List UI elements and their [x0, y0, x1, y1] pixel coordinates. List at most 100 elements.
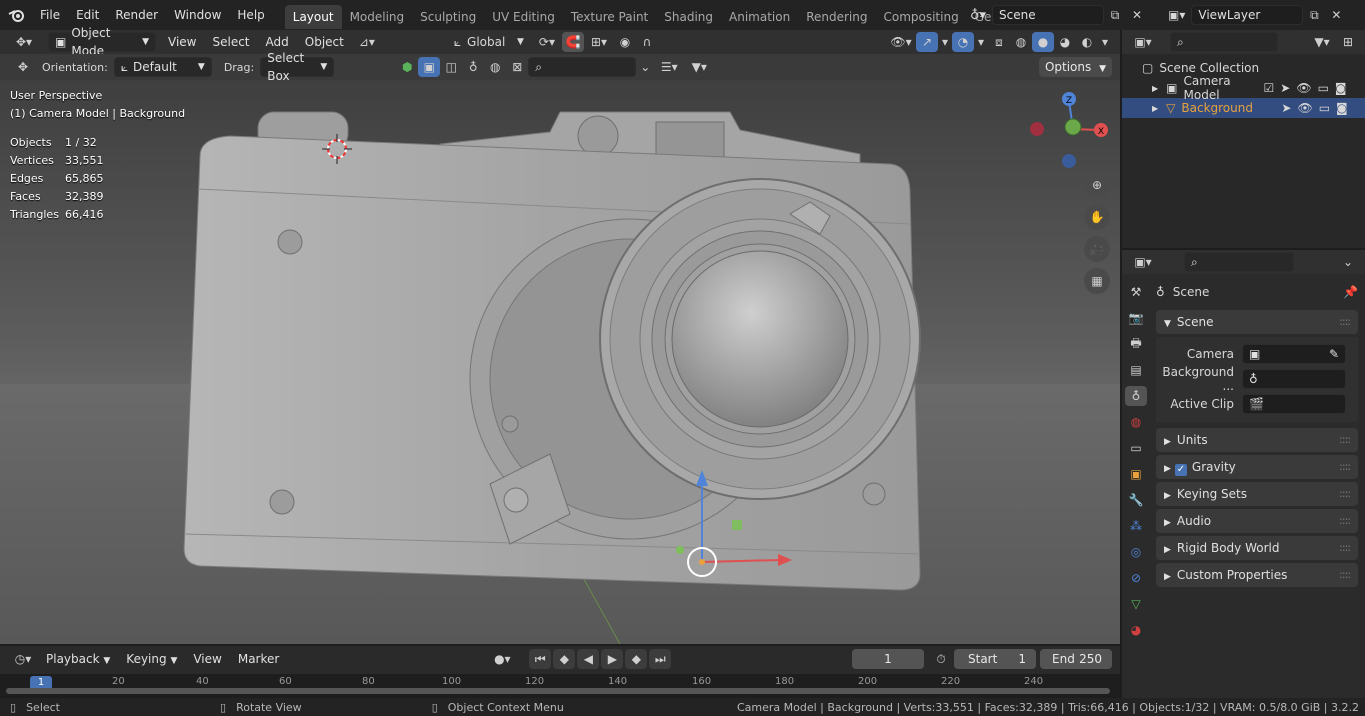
outliner-editor-icon[interactable]: ▣▾ [1128, 32, 1158, 52]
funnel-filter-icon[interactable]: ▼▾ [684, 57, 714, 77]
menu-help[interactable]: Help [229, 0, 272, 30]
viewport-menu-select[interactable]: Select [204, 30, 257, 54]
audio-panel-header[interactable]: ▶ Audio:::: [1156, 509, 1358, 533]
eye-icon[interactable]: 👁 [1296, 81, 1311, 95]
overlays-menu-chevron-icon[interactable]: ▾ [974, 32, 988, 52]
render-camera-icon[interactable]: ◙ [1335, 81, 1347, 95]
viewport-menu-view[interactable]: View [160, 30, 204, 54]
object-tab-icon[interactable]: ▣ [1125, 464, 1147, 484]
shading-menu-chevron-icon[interactable]: ▾ [1098, 32, 1112, 52]
pan-hand-icon[interactable]: ✋ [1084, 204, 1110, 230]
blender-logo-icon[interactable] [6, 5, 28, 25]
render-camera-icon[interactable]: ◙ [1336, 101, 1348, 115]
monitor-icon[interactable]: ▭ [1318, 81, 1329, 95]
tab-animation[interactable]: Animation [721, 5, 798, 29]
pivot-point-icon[interactable]: ⟳▾ [532, 32, 562, 52]
monitor-icon[interactable]: ▭ [1319, 101, 1330, 115]
move-tool-icon[interactable]: ✥ [12, 57, 34, 77]
snap-icon[interactable]: 🧲 [561, 32, 584, 52]
physics-tab-icon[interactable]: ◎ [1125, 542, 1147, 562]
3d-viewport[interactable]: User Perspective (1) Camera Model | Back… [0, 54, 1120, 644]
shading-wireframe-icon[interactable]: ◍ [1010, 32, 1032, 52]
new-collection-icon[interactable]: ⊞ [1337, 32, 1359, 52]
pin-icon[interactable]: 📌 [1343, 285, 1358, 299]
tool-tab-icon[interactable]: ⚒ [1125, 282, 1147, 302]
outliner-search-input[interactable]: ⌕ [1170, 32, 1278, 52]
camera-field[interactable]: ▣ ✎ [1242, 343, 1346, 364]
camera-view-icon[interactable]: 🎥 [1084, 236, 1110, 262]
expand-arrow-icon[interactable]: ▶ [1152, 104, 1158, 113]
play-reverse-icon[interactable]: ◀ [577, 649, 600, 669]
mesh-filter-icon[interactable]: ⬢ [396, 57, 418, 77]
tab-uv-editing[interactable]: UV Editing [484, 5, 563, 29]
world-tab-icon[interactable]: ◍ [1125, 412, 1147, 432]
custom-properties-panel-header[interactable]: ▶ Custom Properties:::: [1156, 563, 1358, 587]
play-icon[interactable]: ▶ [601, 649, 624, 669]
orientation-dropdown[interactable]: ⟀ Default ▼ [113, 57, 212, 77]
jump-end-icon[interactable]: ⏭ [649, 649, 672, 669]
chevron-down-icon[interactable]: ⌄ [1337, 252, 1359, 272]
units-panel-header[interactable]: ▶ Units:::: [1156, 428, 1358, 452]
background-scene-field[interactable]: ♁ [1242, 368, 1346, 389]
drag-dropdown[interactable]: Select Box ▼ [260, 51, 335, 83]
snap-increment-icon[interactable]: ⊞▾ [584, 32, 614, 52]
shading-rendered-icon[interactable]: ◐ [1076, 32, 1098, 52]
active-clip-field[interactable]: 🎬 [1242, 393, 1346, 414]
world-filter-icon[interactable]: ◍ [484, 57, 506, 77]
navigation-gizmo[interactable]: Z X [1025, 89, 1115, 174]
timeline-menu-playback[interactable]: Playback ▼ [38, 646, 118, 672]
timeline-menu-keying[interactable]: Keying ▼ [118, 646, 185, 672]
keying-sets-panel-header[interactable]: ▶ Keying Sets:::: [1156, 482, 1358, 506]
tab-modeling[interactable]: Modeling [342, 5, 413, 29]
tab-rendering[interactable]: Rendering [798, 5, 875, 29]
gravity-panel-header[interactable]: ▶ ✓ Gravity:::: [1156, 455, 1358, 479]
object-filter-icon[interactable]: ◫ [440, 57, 462, 77]
timeline-menu-marker[interactable]: Marker [230, 646, 287, 672]
jump-start-icon[interactable]: ⏮ [529, 649, 552, 669]
proportional-edit-icon[interactable]: ◉ [614, 32, 636, 52]
scene-selector[interactable]: ♁▾ Scene ⧉ ✕ [970, 5, 1148, 25]
scene-tab-icon[interactable]: ♁ [1125, 386, 1147, 406]
tab-compositing[interactable]: Compositing [875, 5, 966, 29]
visibility-icon[interactable]: 👁▾ [886, 32, 916, 52]
modifier-tab-icon[interactable]: 🔧 [1125, 490, 1147, 510]
proportional-falloff-icon[interactable]: ∩ [636, 32, 658, 52]
new-viewlayer-icon[interactable]: ⧉ [1303, 5, 1325, 25]
render-tab-icon[interactable]: 📷 [1125, 308, 1147, 328]
sort-icon[interactable]: ☰▾ [654, 57, 684, 77]
select-pointer-icon[interactable]: ➤ [1281, 101, 1291, 115]
expand-arrow-icon[interactable]: ▶ [1152, 84, 1158, 93]
timeline-editor-icon[interactable]: ◷▾ [8, 649, 38, 669]
shading-material-icon[interactable]: ◕ [1054, 32, 1076, 52]
view-layer-tab-icon[interactable]: ▤ [1125, 360, 1147, 380]
particles-tab-icon[interactable]: ⁂ [1125, 516, 1147, 536]
eye-icon[interactable]: 👁 [1297, 101, 1312, 115]
prev-keyframe-icon[interactable]: ◆ [553, 649, 576, 669]
gravity-checkbox[interactable]: ✓ [1174, 464, 1187, 476]
tab-texture-paint[interactable]: Texture Paint [563, 5, 656, 29]
properties-search-input[interactable]: ⌕ [1184, 252, 1294, 272]
menu-window[interactable]: Window [166, 0, 229, 30]
gizmo-toggle-icon[interactable]: ↗ [916, 32, 938, 52]
tab-shading[interactable]: Shading [656, 5, 721, 29]
mode-dropdown[interactable]: ▣ Object Mode ▼ [48, 26, 156, 58]
viewlayer-name-field[interactable]: ViewLayer [1191, 5, 1304, 25]
properties-editor-icon[interactable]: ▣▾ [1128, 252, 1158, 272]
3d-cursor-icon[interactable] [322, 134, 352, 164]
select-pointer-icon[interactable]: ➤ [1280, 81, 1290, 95]
scene-section-header[interactable]: ▼ Scene :::: [1156, 310, 1358, 334]
gizmo-menu-chevron-icon[interactable]: ▾ [938, 32, 952, 52]
zoom-icon[interactable]: ⊕ [1084, 172, 1110, 198]
collection-tab-icon[interactable]: ▭ [1125, 438, 1147, 458]
material-filter-icon[interactable]: ♁ [462, 57, 484, 77]
camera-filter-icon[interactable]: ▣ [418, 57, 441, 77]
timeline-scrollbar[interactable] [6, 688, 1110, 694]
editor-type-icon[interactable]: ✥▾ [8, 32, 40, 52]
outliner-row-background[interactable]: ▶ ▽ Background ➤ 👁 ▭ ◙ [1122, 98, 1365, 118]
constraints-tab-icon[interactable]: ⊘ [1125, 568, 1147, 588]
grid-perspective-icon[interactable]: ▦ [1084, 268, 1110, 294]
outliner-row-camera-model[interactable]: ▶ ▣ Camera Model ☑ ➤ 👁 ▭ ◙ [1122, 74, 1365, 102]
snap-target-icon[interactable]: ⊿▾ [352, 32, 382, 52]
data-tab-icon[interactable]: ▽ [1125, 594, 1147, 614]
viewlayer-selector[interactable]: ▣▾ ViewLayer ⧉ ✕ [1168, 5, 1347, 25]
